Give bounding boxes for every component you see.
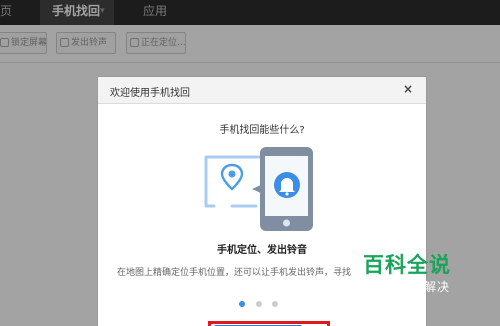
carousel-dot-2[interactable] bbox=[256, 301, 262, 307]
location-pin-icon bbox=[220, 163, 244, 191]
close-icon[interactable]: × bbox=[403, 82, 413, 96]
watermark-subtitle: 助你轻松解决 bbox=[372, 280, 451, 294]
carousel-dot-1[interactable] bbox=[239, 301, 245, 307]
dialog-question: 手机找回能些什么? bbox=[219, 125, 305, 136]
carousel-pagination bbox=[239, 301, 289, 309]
bell-icon bbox=[274, 172, 300, 198]
dialog-header: 欢迎使用手机找回 × bbox=[98, 77, 426, 104]
watermark-title: 百科全说 bbox=[363, 253, 451, 277]
dialog-title: 欢迎使用手机找回 bbox=[110, 88, 190, 99]
carousel-dot-3[interactable] bbox=[272, 301, 278, 307]
phone-locate-illustration bbox=[204, 147, 313, 231]
